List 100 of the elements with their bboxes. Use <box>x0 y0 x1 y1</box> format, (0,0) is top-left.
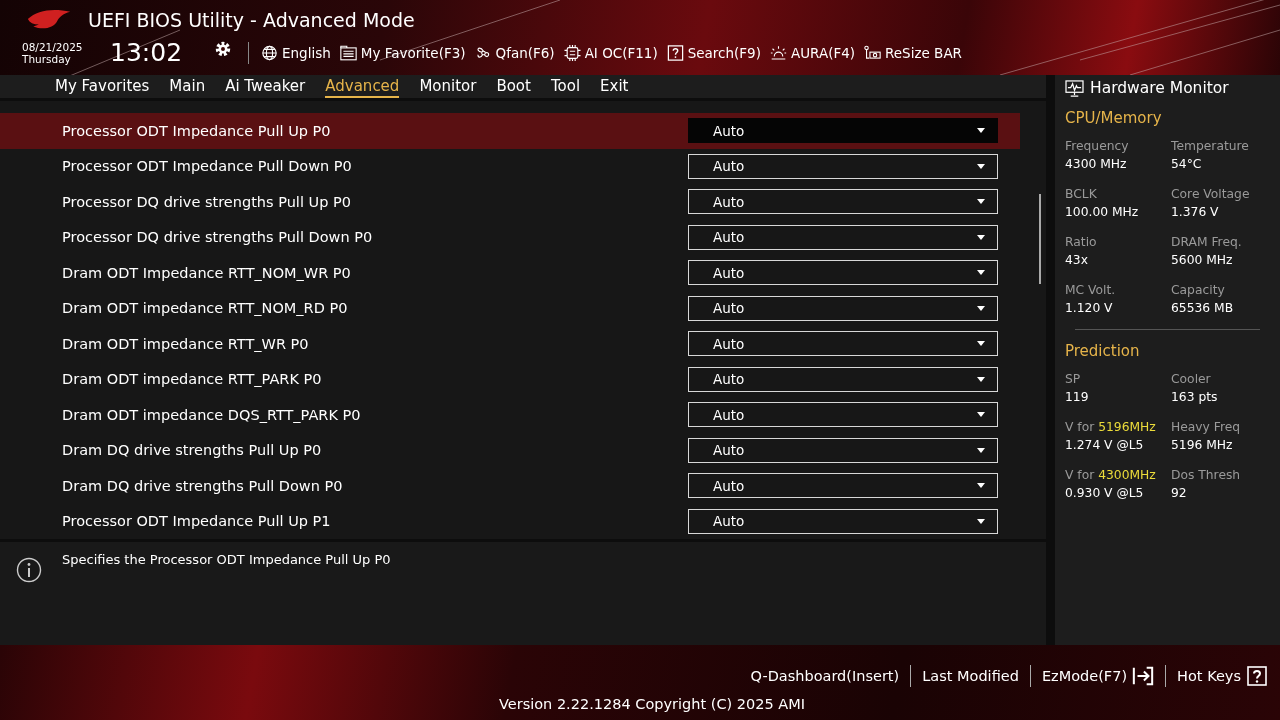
setting-dropdown[interactable]: Auto <box>688 437 998 463</box>
setting-label: Dram ODT impedance DQS_RTT_PARK P0 <box>62 406 361 423</box>
caret-icon <box>977 341 985 347</box>
setting-dropdown[interactable]: Auto <box>688 224 998 250</box>
info-icon <box>16 557 42 584</box>
setting-label: Processor ODT Impedance Pull Up P0 <box>62 122 331 139</box>
setting-dropdown[interactable]: Auto <box>688 473 998 499</box>
help-text: Specifies the Processor ODT Impedance Pull Up P0 <box>62 552 391 568</box>
setting-row[interactable]: Dram DQ drive strengths Pull Down P0 Auto <box>0 468 1020 504</box>
metric-label: Core Voltage <box>1171 186 1251 203</box>
footer-link[interactable]: Last Modified <box>922 668 1019 684</box>
setting-dropdown[interactable]: Auto <box>688 189 998 215</box>
list-folder-icon <box>339 44 357 61</box>
metric-value: 5196 MHz <box>1171 437 1234 454</box>
setting-row[interactable]: Processor ODT Impedance Pull Down P0 Auto <box>0 148 1020 185</box>
clock-text: 13:02 <box>110 38 184 67</box>
setting-dropdown[interactable]: Auto <box>688 295 998 321</box>
setting-dropdown[interactable]: Auto <box>688 260 998 286</box>
caret-icon <box>977 376 985 382</box>
settings-icon[interactable] <box>214 39 232 58</box>
setting-row[interactable]: Dram ODT impedance RTT_PARK P0 Auto <box>0 361 1020 398</box>
menu-tab[interactable]: Tool <box>550 75 581 98</box>
setting-label: Processor ODT Impedance Pull Down P0 <box>62 158 352 175</box>
toolbar-button[interactable]: AURA(F4) <box>769 44 856 61</box>
setting-label: Dram ODT impedance RTT_PARK P0 <box>62 371 322 388</box>
caret-icon <box>977 412 985 418</box>
metric-label: V for 4300MHz <box>1065 467 1157 484</box>
window-title: UEFI BIOS Utility - Advanced Mode <box>88 9 415 31</box>
metric-value: 0.930 V @L5 <box>1065 485 1145 502</box>
help-icon <box>666 44 684 61</box>
setting-row[interactable]: Dram ODT impedance RTT_NOM_RD P0 Auto <box>0 290 1020 327</box>
setting-dropdown[interactable]: Auto <box>688 366 998 392</box>
setting-label: Dram ODT impedance RTT_NOM_RD P0 <box>62 300 348 317</box>
setting-row[interactable]: Dram ODT impedance DQS_RTT_PARK P0 Auto <box>0 397 1020 433</box>
setting-label: Processor DQ drive strengths Pull Down P0 <box>62 229 373 246</box>
setting-label: Dram ODT Impedance RTT_NOM_WR P0 <box>62 264 351 281</box>
metric-value: 5600 MHz <box>1171 252 1234 269</box>
menu-tab[interactable]: Advanced <box>325 75 400 98</box>
menu-tab[interactable]: Main <box>169 75 206 98</box>
footer-link[interactable]: EzMode(F7) <box>1041 666 1155 686</box>
toolbar-button[interactable]: My Favorite(F3) <box>339 44 466 61</box>
metric-value: 1.274 V @L5 <box>1065 437 1145 454</box>
metric-value: 4300 MHz <box>1065 156 1128 173</box>
menu-tab[interactable]: Exit <box>600 75 629 98</box>
caret-icon <box>977 163 985 169</box>
setting-dropdown[interactable]: Auto <box>688 118 998 144</box>
setting-row[interactable]: Dram ODT impedance RTT_WR P0 Auto <box>0 326 1020 362</box>
footer-link[interactable]: Hot Keys <box>1177 666 1268 686</box>
metric-value: 65536 MB <box>1171 300 1235 317</box>
menu-tab[interactable]: Monitor <box>419 75 477 98</box>
toolbar-button[interactable]: ReSize BAR <box>864 44 962 61</box>
monitor-icon <box>1065 79 1084 97</box>
setting-row[interactable]: Processor DQ drive strengths Pull Down P0 Auto <box>0 219 1020 256</box>
metric-value: 1.376 V <box>1171 204 1220 221</box>
setting-row[interactable]: Dram DQ drive strengths Pull Up P0 Auto <box>0 432 1020 469</box>
menu-tab[interactable]: My Favorites <box>55 75 150 98</box>
setting-label: Dram DQ drive strengths Pull Down P0 <box>62 477 343 494</box>
scrollbar[interactable] <box>1039 194 1041 285</box>
section-title: Prediction <box>1065 342 1141 360</box>
setting-dropdown[interactable]: Auto <box>688 331 998 357</box>
toolbar-button[interactable]: English <box>261 44 331 61</box>
metric-label: Ratio <box>1065 234 1098 251</box>
footer-link[interactable]: Q-Dashboard(Insert) <box>750 668 900 684</box>
caret-icon <box>977 199 985 205</box>
chip-icon <box>563 44 581 61</box>
metric-label: Cooler <box>1171 371 1212 388</box>
metric-label: Capacity <box>1171 282 1226 299</box>
globe-icon <box>261 44 278 61</box>
caret-icon <box>977 305 985 311</box>
metric-label: Dos Thresh <box>1171 467 1242 484</box>
metric-value: 92 <box>1171 485 1188 502</box>
metric-value: 43x <box>1065 252 1089 269</box>
menu-tab[interactable]: Ai Tweaker <box>225 75 306 98</box>
weekday-text: Thursday <box>22 52 72 65</box>
metric-label: Heavy Freq <box>1171 419 1242 436</box>
setting-dropdown[interactable]: Auto <box>688 153 998 179</box>
metric-label: BCLK <box>1065 186 1098 203</box>
setting-dropdown[interactable]: Auto <box>688 508 998 534</box>
setting-label: Processor DQ drive strengths Pull Up P0 <box>62 193 351 210</box>
metric-value: 54°C <box>1171 156 1203 173</box>
light-icon <box>769 44 787 61</box>
metric-value: 119 <box>1065 389 1090 406</box>
caret-icon <box>977 483 985 489</box>
setting-row[interactable]: Processor ODT Impedance Pull Up P0 Auto <box>0 113 1020 149</box>
setting-row[interactable]: Processor ODT Impedance Pull Up P1 Auto <box>0 503 1020 540</box>
setting-row[interactable]: Processor DQ drive strengths Pull Up P0 Auto <box>0 184 1020 220</box>
setting-label: Dram DQ drive strengths Pull Up P0 <box>62 442 322 459</box>
caret-icon <box>977 234 985 240</box>
panel-title: Hardware Monitor <box>1090 79 1229 97</box>
setting-row[interactable]: Dram ODT Impedance RTT_NOM_WR P0 Auto <box>0 255 1020 291</box>
setting-label: Processor ODT Impedance Pull Up P1 <box>62 513 331 530</box>
toolbar-button[interactable]: Qfan(F6) <box>474 44 555 61</box>
metric-label: SP <box>1065 371 1082 388</box>
toolbar-button[interactable]: AI OC(F11) <box>563 44 658 61</box>
toolbar-button[interactable]: Search(F9) <box>666 44 761 61</box>
metric-label: DRAM Freq. <box>1171 234 1243 251</box>
setting-dropdown[interactable]: Auto <box>688 402 998 428</box>
metric-label: Frequency <box>1065 138 1130 155</box>
menu-tab[interactable]: Boot <box>496 75 531 98</box>
version-text: Version 2.22.1284 Copyright (C) 2025 AMI <box>498 696 806 712</box>
